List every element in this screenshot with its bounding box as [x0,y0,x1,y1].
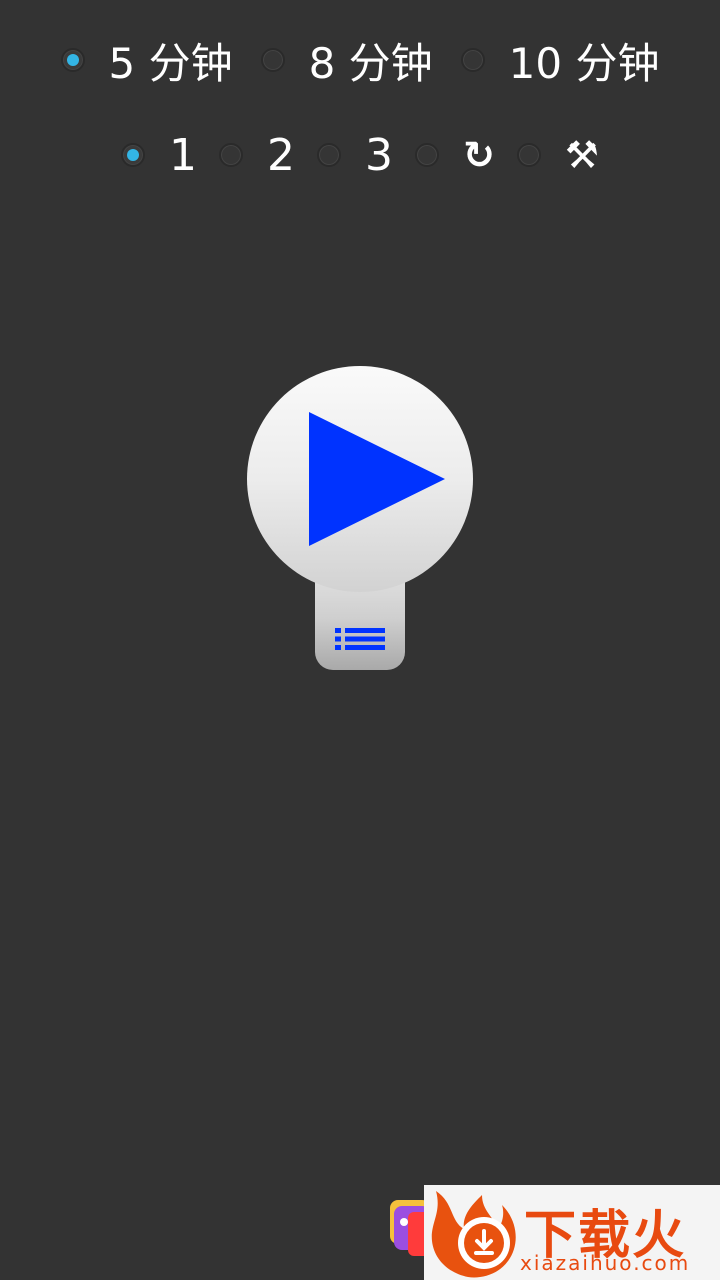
radio-button-checked[interactable] [60,48,85,72]
radio-option-10-min[interactable]: 10 分钟 [460,30,660,91]
radio-option-3[interactable]: 3 [317,130,393,181]
radio-label: 5 分钟 [108,38,233,88]
radio-option-5-min[interactable]: 5 分钟 [60,30,233,91]
radio-button[interactable] [460,48,485,72]
flame-logo-icon [431,1191,516,1278]
radio-option-2[interactable]: 2 [219,130,295,181]
radio-option-1[interactable]: 1 [121,130,197,181]
radio-label: 3 [365,129,394,181]
timer-screen: 5 分钟 8 分钟 10 分钟 1 2 3 ↻ ⚒ 下载火 xiazaihuo.… [0,0,720,1280]
play-icon [309,412,445,546]
repeat-icon: ↻ [463,133,495,177]
hammer-pick-icon: ⚒ [564,133,599,177]
duration-radio-group: 5 分钟 8 分钟 10 分钟 [0,34,720,88]
radio-label: 10 分钟 [508,38,660,88]
radio-option-custom[interactable]: ⚒ [516,133,599,177]
play-widget [247,366,473,670]
radio-label: 8 分钟 [308,38,433,88]
watermark-banner: 下载火 xiazaihuo.com [424,1185,720,1280]
count-radio-group: 1 2 3 ↻ ⚒ [0,130,720,181]
radio-label: 1 [169,129,198,181]
radio-option-8-min[interactable]: 8 分钟 [260,30,433,91]
radio-button[interactable] [260,48,285,72]
radio-button-checked[interactable] [121,143,146,167]
list-icon [335,628,385,650]
watermark-subtitle: xiazaihuo.com [520,1251,691,1275]
radio-button[interactable] [317,143,342,167]
radio-button[interactable] [516,143,541,167]
play-button[interactable] [247,366,473,592]
radio-option-repeat[interactable]: ↻ [415,133,495,177]
radio-label: 2 [267,129,296,181]
radio-button[interactable] [219,143,244,167]
radio-button[interactable] [415,143,440,167]
